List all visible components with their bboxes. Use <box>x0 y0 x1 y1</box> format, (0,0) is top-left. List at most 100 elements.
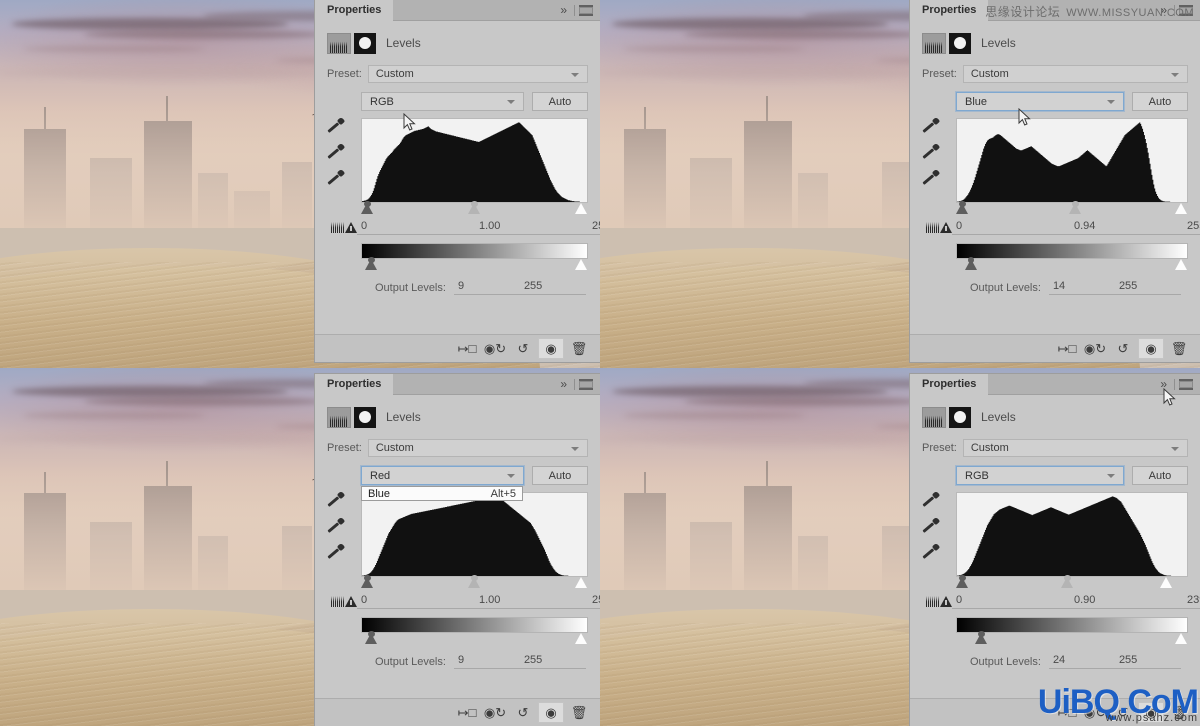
set-white-point-eyedropper-icon[interactable] <box>922 169 940 185</box>
input-white-value[interactable]: 255 <box>554 220 600 235</box>
input-gamma-value[interactable]: 1.00 <box>449 594 554 609</box>
input-black-value[interactable]: 0 <box>357 594 449 609</box>
channel-select[interactable]: RGB <box>956 466 1124 485</box>
auto-button[interactable]: Auto <box>532 92 588 111</box>
collapse-icon[interactable]: » <box>556 3 570 17</box>
output-levels-slider[interactable] <box>956 631 1188 647</box>
delete-icon[interactable]: 🗑 <box>1166 338 1192 359</box>
output-black-handle[interactable] <box>364 257 378 271</box>
set-white-point-eyedropper-icon[interactable] <box>327 169 345 185</box>
output-white-value[interactable]: 255 <box>1114 280 1181 295</box>
input-white-handle[interactable] <box>1159 577 1173 589</box>
input-white-value[interactable]: 239 <box>1149 594 1200 609</box>
set-gray-point-eyedropper-icon[interactable] <box>327 143 345 159</box>
input-black-value[interactable]: 0 <box>952 220 1044 235</box>
reset-icon[interactable]: ↺ <box>1110 338 1136 359</box>
clip-to-layer-icon[interactable]: ↦□ <box>1054 338 1080 359</box>
auto-button[interactable]: Auto <box>532 466 588 485</box>
output-black-handle[interactable] <box>364 631 378 645</box>
input-gray-handle[interactable] <box>1068 201 1082 215</box>
set-black-point-eyedropper-icon[interactable] <box>327 117 345 133</box>
layer-mask-icon[interactable] <box>354 32 376 54</box>
set-white-point-eyedropper-icon[interactable] <box>922 543 940 559</box>
input-white-handle[interactable] <box>575 203 588 215</box>
layer-mask-icon[interactable] <box>949 32 971 54</box>
collapse-icon[interactable]: » <box>556 377 570 391</box>
output-levels-slider[interactable] <box>361 257 588 273</box>
output-black-value[interactable]: 24 <box>1048 654 1115 669</box>
panel-menu-icon[interactable] <box>579 4 593 16</box>
output-black-value[interactable]: 9 <box>453 280 520 295</box>
input-white-handle[interactable] <box>575 577 588 589</box>
input-levels-slider[interactable] <box>361 201 588 216</box>
reset-icon[interactable]: ↺ <box>510 338 536 359</box>
properties-panel-bottom-left[interactable]: Properties » Levels Preset: Custom Red A… <box>315 373 600 726</box>
set-black-point-eyedropper-icon[interactable] <box>327 491 345 507</box>
layer-mask-icon[interactable] <box>354 406 376 428</box>
set-white-point-eyedropper-icon[interactable] <box>327 543 345 559</box>
output-white-handle[interactable] <box>1175 259 1188 271</box>
preset-select[interactable]: Custom <box>367 65 588 83</box>
tab-properties[interactable]: Properties <box>315 373 394 395</box>
delete-icon[interactable]: 🗑 <box>566 338 592 359</box>
clip-to-layer-icon[interactable]: ↦□ <box>454 338 480 359</box>
output-black-handle[interactable] <box>975 631 988 645</box>
input-gray-handle[interactable] <box>1060 575 1074 589</box>
toggle-visibility-icon[interactable]: ◉ <box>1138 338 1164 359</box>
layer-mask-icon[interactable] <box>949 406 971 428</box>
input-gamma-value[interactable]: 1.00 <box>449 220 554 235</box>
toggle-visibility-icon[interactable]: ◉ <box>538 338 564 359</box>
toggle-visibility-icon[interactable]: ◉ <box>538 702 564 723</box>
tab-properties[interactable]: Properties <box>910 373 989 395</box>
output-white-value[interactable]: 255 <box>519 654 586 669</box>
channel-dropdown-menu[interactable]: Blue Alt+5 <box>361 486 523 501</box>
input-white-value[interactable]: 255 <box>1149 220 1200 235</box>
input-black-handle[interactable] <box>956 575 969 589</box>
input-gamma-value[interactable]: 0.90 <box>1044 594 1149 609</box>
preset-select[interactable]: Custom <box>962 439 1188 457</box>
input-white-value[interactable]: 255 <box>554 594 600 609</box>
channel-select[interactable]: RGB <box>361 92 524 111</box>
output-black-value[interactable]: 9 <box>453 654 520 669</box>
properties-panel-top-left[interactable]: Properties » Levels Preset: Custom RGB A… <box>315 0 600 362</box>
set-black-point-eyedropper-icon[interactable] <box>922 117 940 133</box>
input-levels-slider[interactable] <box>956 575 1188 590</box>
output-white-handle[interactable] <box>1175 633 1188 645</box>
output-white-handle[interactable] <box>575 259 588 271</box>
auto-button[interactable]: Auto <box>1132 466 1188 485</box>
panel-menu-icon[interactable] <box>1179 378 1193 390</box>
output-black-value[interactable]: 14 <box>1048 280 1115 295</box>
delete-icon[interactable]: 🗑 <box>566 702 592 723</box>
output-white-value[interactable]: 255 <box>519 280 586 295</box>
output-levels-slider[interactable] <box>956 257 1188 273</box>
set-gray-point-eyedropper-icon[interactable] <box>922 143 940 159</box>
tab-properties[interactable]: Properties <box>315 0 394 21</box>
input-black-handle[interactable] <box>361 201 374 215</box>
output-white-value[interactable]: 255 <box>1114 654 1181 669</box>
input-levels-slider[interactable] <box>361 575 588 590</box>
collapse-icon[interactable]: » <box>1156 377 1170 391</box>
input-black-value[interactable]: 0 <box>357 220 449 235</box>
input-black-handle[interactable] <box>956 201 969 215</box>
view-previous-state-icon[interactable]: ◉↻ <box>482 702 508 723</box>
set-gray-point-eyedropper-icon[interactable] <box>922 517 940 533</box>
output-levels-slider[interactable] <box>361 631 588 647</box>
reset-icon[interactable]: ↺ <box>510 702 536 723</box>
channel-select[interactable]: Red <box>361 466 524 485</box>
input-black-handle[interactable] <box>361 575 374 589</box>
properties-panel-top-right[interactable]: Properties » Levels Preset: Custom Blue <box>910 0 1200 362</box>
preset-select[interactable]: Custom <box>367 439 588 457</box>
channel-select[interactable]: Blue <box>956 92 1124 111</box>
input-levels-slider[interactable] <box>956 201 1188 216</box>
panel-menu-icon[interactable] <box>579 378 593 390</box>
input-gray-handle[interactable] <box>468 201 481 215</box>
preset-select[interactable]: Custom <box>962 65 1188 83</box>
input-gamma-value[interactable]: 0.94 <box>1044 220 1149 235</box>
tab-properties[interactable]: Properties <box>910 0 989 21</box>
output-white-handle[interactable] <box>575 633 588 645</box>
channel-dropdown-option-blue[interactable]: Blue <box>368 488 390 500</box>
view-previous-state-icon[interactable]: ◉↻ <box>482 338 508 359</box>
set-black-point-eyedropper-icon[interactable] <box>922 491 940 507</box>
input-white-handle[interactable] <box>1175 203 1188 215</box>
properties-panel-bottom-right[interactable]: Properties » Levels Preset: Custom RGB A… <box>910 373 1200 726</box>
